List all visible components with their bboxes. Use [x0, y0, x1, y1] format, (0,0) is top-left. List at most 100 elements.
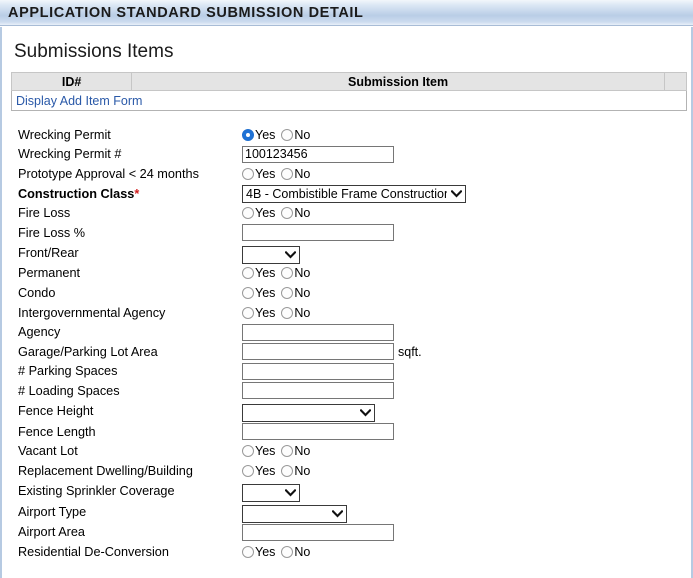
- radio-button-vacant-lot-no[interactable]: [281, 445, 294, 458]
- radio-button-replacement-dwelling-building-no[interactable]: [281, 464, 294, 477]
- input-airport-area[interactable]: [242, 523, 394, 541]
- radio-option-wrecking-permit-yes[interactable]: Yes: [242, 128, 281, 142]
- page-body: Submissions Items ID# Submission Item Di…: [0, 27, 693, 578]
- radio-option-permanent-yes[interactable]: Yes: [242, 266, 281, 280]
- radio-button-permanent-no[interactable]: [281, 267, 294, 280]
- radio-button-vacant-lot-yes[interactable]: [242, 445, 254, 458]
- field-control-intergovernmental-agency: Yes No: [242, 303, 472, 323]
- radio-option-permanent-no[interactable]: No: [281, 266, 316, 280]
- radio-button-residential-de-conversion-yes[interactable]: [242, 545, 254, 558]
- field-control-fire-loss: [242, 223, 472, 243]
- radio-option-residential-de-conversion-no[interactable]: No: [281, 545, 316, 559]
- column-header-submission-item: Submission Item: [131, 72, 665, 91]
- input-fire-loss[interactable]: [242, 224, 394, 242]
- input-wrapper-wrecking-permit: [242, 145, 472, 163]
- radio-option-intergovernmental-agency-no[interactable]: No: [281, 306, 316, 320]
- display-add-item-form-link[interactable]: Display Add Item Form: [16, 94, 142, 108]
- radio-button-condo-yes[interactable]: [242, 286, 254, 299]
- select-value-construction-class: 4B - Combistible Frame Construction: [246, 186, 447, 201]
- field-control-wrecking-permit: [242, 145, 472, 165]
- select-existing-sprinkler-coverage[interactable]: [242, 483, 300, 502]
- radio-label-residential-de-conversion-no: No: [294, 544, 311, 559]
- input-wrecking-permit[interactable]: [242, 145, 394, 163]
- field-control-agency: [242, 322, 472, 342]
- field-control-parking-spaces: [242, 362, 472, 382]
- chevron-down-icon: [331, 509, 344, 518]
- form-row-fence-length: Fence Length: [18, 422, 472, 442]
- radio-label-prototype-approval-24-months-yes: Yes: [255, 166, 276, 181]
- field-label-parking-spaces: # Parking Spaces: [18, 364, 118, 379]
- radio-option-vacant-lot-no[interactable]: No: [281, 444, 316, 458]
- radio-option-wrecking-permit-no[interactable]: No: [281, 128, 316, 142]
- select-front-rear[interactable]: [242, 245, 300, 264]
- input-garage-parking-lot-area[interactable]: [242, 343, 394, 361]
- field-control-wrecking-permit: Yes No: [242, 125, 472, 145]
- radio-option-intergovernmental-agency-yes[interactable]: Yes: [242, 306, 281, 320]
- radio-button-intergovernmental-agency-no[interactable]: [281, 306, 294, 319]
- form-row-existing-sprinkler-coverage: Existing Sprinkler Coverage: [18, 481, 472, 502]
- radio-label-fire-loss-no: No: [294, 206, 311, 221]
- radio-button-permanent-yes[interactable]: [242, 267, 254, 280]
- form-row-intergovernmental-agency: Intergovernmental Agency Yes No: [18, 303, 472, 323]
- add-item-cell: Display Add Item Form: [11, 90, 687, 111]
- radio-button-prototype-approval-24-months-no[interactable]: [281, 167, 294, 180]
- form-row-garage-parking-lot-area: Garage/Parking Lot Area sqft.: [18, 342, 472, 362]
- table-header: ID# Submission Item: [10, 72, 688, 91]
- field-label-airport-type: Airport Type: [18, 505, 87, 519]
- input-loading-spaces[interactable]: [242, 382, 394, 400]
- radio-label-replacement-dwelling-building-yes: Yes: [255, 463, 276, 478]
- chevron-down-icon: [284, 250, 297, 259]
- radio-button-wrecking-permit-yes[interactable]: [242, 128, 254, 141]
- radio-label-residential-de-conversion-yes: Yes: [255, 544, 276, 559]
- form-row-residential-de-conversion: Residential De-Conversion Yes No: [18, 542, 472, 562]
- radio-option-vacant-lot-yes[interactable]: Yes: [242, 444, 281, 458]
- radio-label-wrecking-permit-yes: Yes: [255, 127, 276, 142]
- radio-option-residential-de-conversion-yes[interactable]: Yes: [242, 545, 281, 559]
- field-control-airport-type: [242, 502, 472, 523]
- field-label-wrecking-permit: Wrecking Permit: [18, 127, 111, 142]
- select-construction-class[interactable]: 4B - Combistible Frame Construction: [242, 184, 466, 203]
- radio-group-prototype-approval-24-months: Yes No: [242, 167, 472, 181]
- radio-option-fire-loss-yes[interactable]: Yes: [242, 206, 281, 220]
- section-heading: Submissions Items: [14, 41, 174, 62]
- select-airport-type[interactable]: [242, 504, 347, 523]
- radio-option-prototype-approval-24-months-yes[interactable]: Yes: [242, 167, 281, 181]
- radio-option-replacement-dwelling-building-yes[interactable]: Yes: [242, 464, 281, 478]
- field-control-front-rear: [242, 243, 472, 264]
- input-fence-length[interactable]: [242, 423, 394, 441]
- radio-button-prototype-approval-24-months-yes[interactable]: [242, 167, 254, 180]
- field-control-existing-sprinkler-coverage: [242, 481, 472, 502]
- radio-option-fire-loss-no[interactable]: No: [281, 206, 316, 220]
- radio-option-condo-yes[interactable]: Yes: [242, 286, 281, 300]
- input-wrapper-agency: [242, 323, 472, 341]
- field-label-fence-height: Fence Height: [18, 404, 94, 419]
- radio-option-replacement-dwelling-building-no[interactable]: No: [281, 464, 316, 478]
- chevron-down-icon: [284, 488, 297, 497]
- radio-button-condo-no[interactable]: [281, 286, 294, 299]
- input-agency[interactable]: [242, 323, 394, 341]
- input-parking-spaces[interactable]: [242, 362, 394, 380]
- form-row-wrecking-permit: Wrecking Permit #: [18, 145, 472, 165]
- field-control-airport-area: [242, 523, 472, 543]
- radio-button-residential-de-conversion-no[interactable]: [281, 545, 294, 558]
- radio-label-wrecking-permit-no: No: [294, 127, 311, 142]
- select-fence-height[interactable]: [242, 403, 375, 422]
- radio-label-permanent-yes: Yes: [255, 266, 276, 281]
- field-label-intergovernmental-agency: Intergovernmental Agency: [18, 305, 166, 320]
- input-wrapper-garage-parking-lot-area: sqft.: [242, 343, 472, 361]
- form-row-construction-class: Construction Class* 4B - Combistible Fram…: [18, 184, 472, 204]
- field-control-fire-loss: Yes No: [242, 203, 472, 223]
- radio-button-fire-loss-yes[interactable]: [242, 207, 254, 220]
- radio-option-prototype-approval-24-months-no[interactable]: No: [281, 167, 316, 181]
- radio-button-wrecking-permit-no[interactable]: [281, 128, 294, 141]
- field-label-airport-area: Airport Area: [18, 525, 85, 540]
- radio-option-condo-no[interactable]: No: [281, 286, 316, 300]
- radio-button-fire-loss-no[interactable]: [281, 207, 294, 220]
- form-row-fire-loss: Fire Loss Yes No: [18, 203, 472, 223]
- field-label-agency: Agency: [18, 325, 61, 340]
- radio-button-intergovernmental-agency-yes[interactable]: [242, 306, 254, 319]
- field-label-residential-de-conversion: Residential De-Conversion: [18, 544, 169, 559]
- form-row-parking-spaces: # Parking Spaces: [18, 362, 472, 382]
- radio-group-residential-de-conversion: Yes No: [242, 545, 472, 559]
- radio-button-replacement-dwelling-building-yes[interactable]: [242, 464, 254, 477]
